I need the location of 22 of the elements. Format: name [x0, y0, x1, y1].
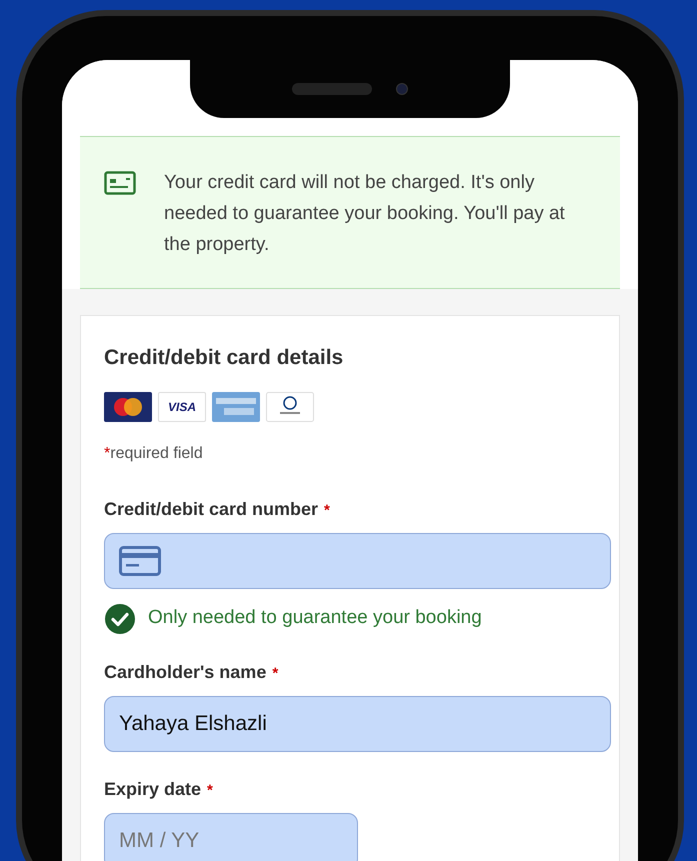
- banner-text: Your credit card will not be charged. It's only needed to guarantee your booking. You'll pay at the property.: [164, 171, 566, 257]
- card-number-field[interactable]: [104, 532, 611, 588]
- field-label: Credit/debit card number: [104, 498, 318, 520]
- required-mark: *: [324, 500, 330, 520]
- check-circle-icon: [104, 602, 136, 634]
- visa-logo: VISA: [158, 392, 206, 422]
- required-mark: *: [272, 664, 278, 684]
- card-icon: [104, 171, 136, 195]
- card-logo-icon: [104, 392, 152, 422]
- required-note: required field: [110, 444, 203, 464]
- field-label: Cardholder's name: [104, 660, 266, 684]
- section-title: Credit/debit card details: [104, 345, 344, 371]
- field-label: Expiry date: [104, 778, 202, 801]
- expiry-date-field[interactable]: MM / YY: [104, 812, 358, 861]
- card-logo-icon: [266, 392, 314, 422]
- hint-text: Only needed to guarantee your booking: [148, 606, 482, 630]
- name-field[interactable]: Yahaya Elshazli: [104, 696, 611, 752]
- camera-lens: [396, 83, 408, 95]
- required-mark: *: [207, 780, 213, 800]
- card-logo-icon: [212, 392, 260, 422]
- required-mark: *: [104, 444, 110, 464]
- credit-card-icon: [119, 546, 161, 576]
